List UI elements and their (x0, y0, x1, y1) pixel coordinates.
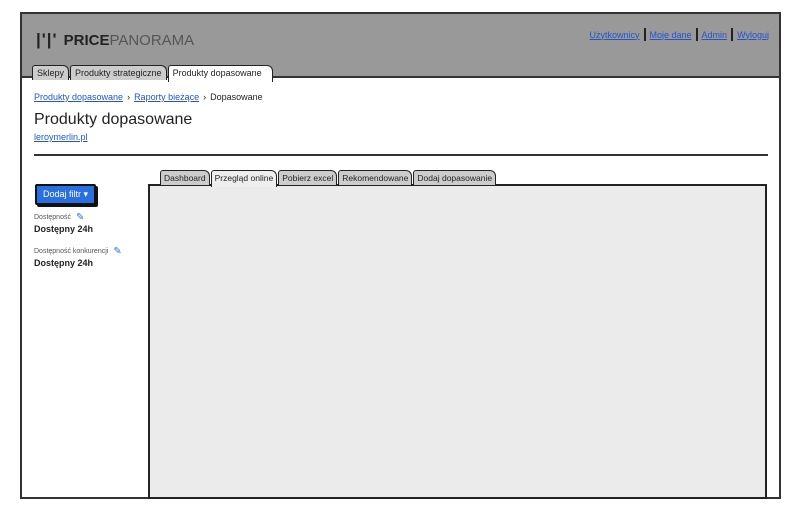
chevron-right-icon: › (127, 92, 131, 102)
link-admin[interactable]: Admin (702, 30, 728, 40)
header: |'|' PRICEPANORAMA Użytkownicy Moje dane … (22, 14, 779, 82)
breadcrumb-link[interactable]: Raporty bieżące (134, 92, 199, 102)
chevron-right-icon: › (203, 92, 207, 102)
tab-rekomendowane[interactable]: Rekomendowane (338, 170, 413, 185)
caret-down-icon: ▾ (83, 189, 89, 199)
filter-value: Dostępny 24h (34, 258, 94, 268)
divider (34, 154, 768, 156)
tab-pobierz-excel[interactable]: Pobierz excel (278, 170, 338, 185)
add-filter-label: Dodaj filtr (43, 189, 82, 199)
pencil-icon[interactable]: ✎ (113, 246, 121, 257)
breadcrumb-current: Dopasowane (210, 92, 263, 102)
app-window: |'|' PRICEPANORAMA Użytkownicy Moje dane … (20, 12, 781, 499)
breadcrumb-link[interactable]: Produkty dopasowane (34, 92, 123, 102)
filter-name: Dostępność (34, 214, 71, 221)
top-links: Użytkownicy Moje dane Admin Wyloguj (590, 28, 769, 41)
separator (695, 28, 698, 41)
tab-produkty-dopasowane[interactable]: Produkty dopasowane (167, 65, 273, 82)
logo-icon: |'|' (36, 30, 58, 49)
link-users[interactable]: Użytkownicy (590, 30, 640, 40)
separator (643, 28, 646, 41)
logo-text-light: PANORAMA (109, 31, 195, 49)
main-tabs: Sklepy Produkty strategiczne Produkty do… (32, 63, 274, 82)
tab-sklepy[interactable]: Sklepy (32, 65, 70, 80)
tab-produkty-strategiczne[interactable]: Produkty strategiczne (70, 65, 167, 80)
content-panel (148, 184, 767, 499)
logo: |'|' PRICEPANORAMA (36, 30, 194, 50)
tab-dashboard[interactable]: Dashboard (160, 170, 210, 185)
inner-tabs: Dashboard Przegląd online Pobierz excel … (160, 168, 497, 187)
pencil-icon[interactable]: ✎ (76, 212, 84, 223)
tab-przeglad-online[interactable]: Przegląd online (210, 170, 278, 187)
tab-dodaj-dopasowanie[interactable]: Dodaj dopasowanie (413, 170, 497, 185)
site-link[interactable]: leroymerlin.pl (34, 132, 88, 142)
add-filter-button[interactable]: Dodaj filtr ▾ (35, 184, 97, 205)
filter-value: Dostępny 24h (34, 224, 94, 234)
filter-label: Dostępność konkurencji ✎ (34, 246, 122, 257)
link-logout[interactable]: Wyloguj (737, 30, 769, 40)
filter-label: Dostępność ✎ (34, 212, 84, 223)
filter-name: Dostępność konkurencji (34, 248, 109, 255)
breadcrumb: Produkty dopasowane › Raporty bieżące › Do… (34, 92, 263, 102)
link-my-data[interactable]: Moje dane (650, 30, 692, 40)
page-title: Produkty dopasowane (34, 111, 193, 128)
logo-text-bold: PRICE (63, 31, 110, 49)
separator (731, 28, 734, 41)
